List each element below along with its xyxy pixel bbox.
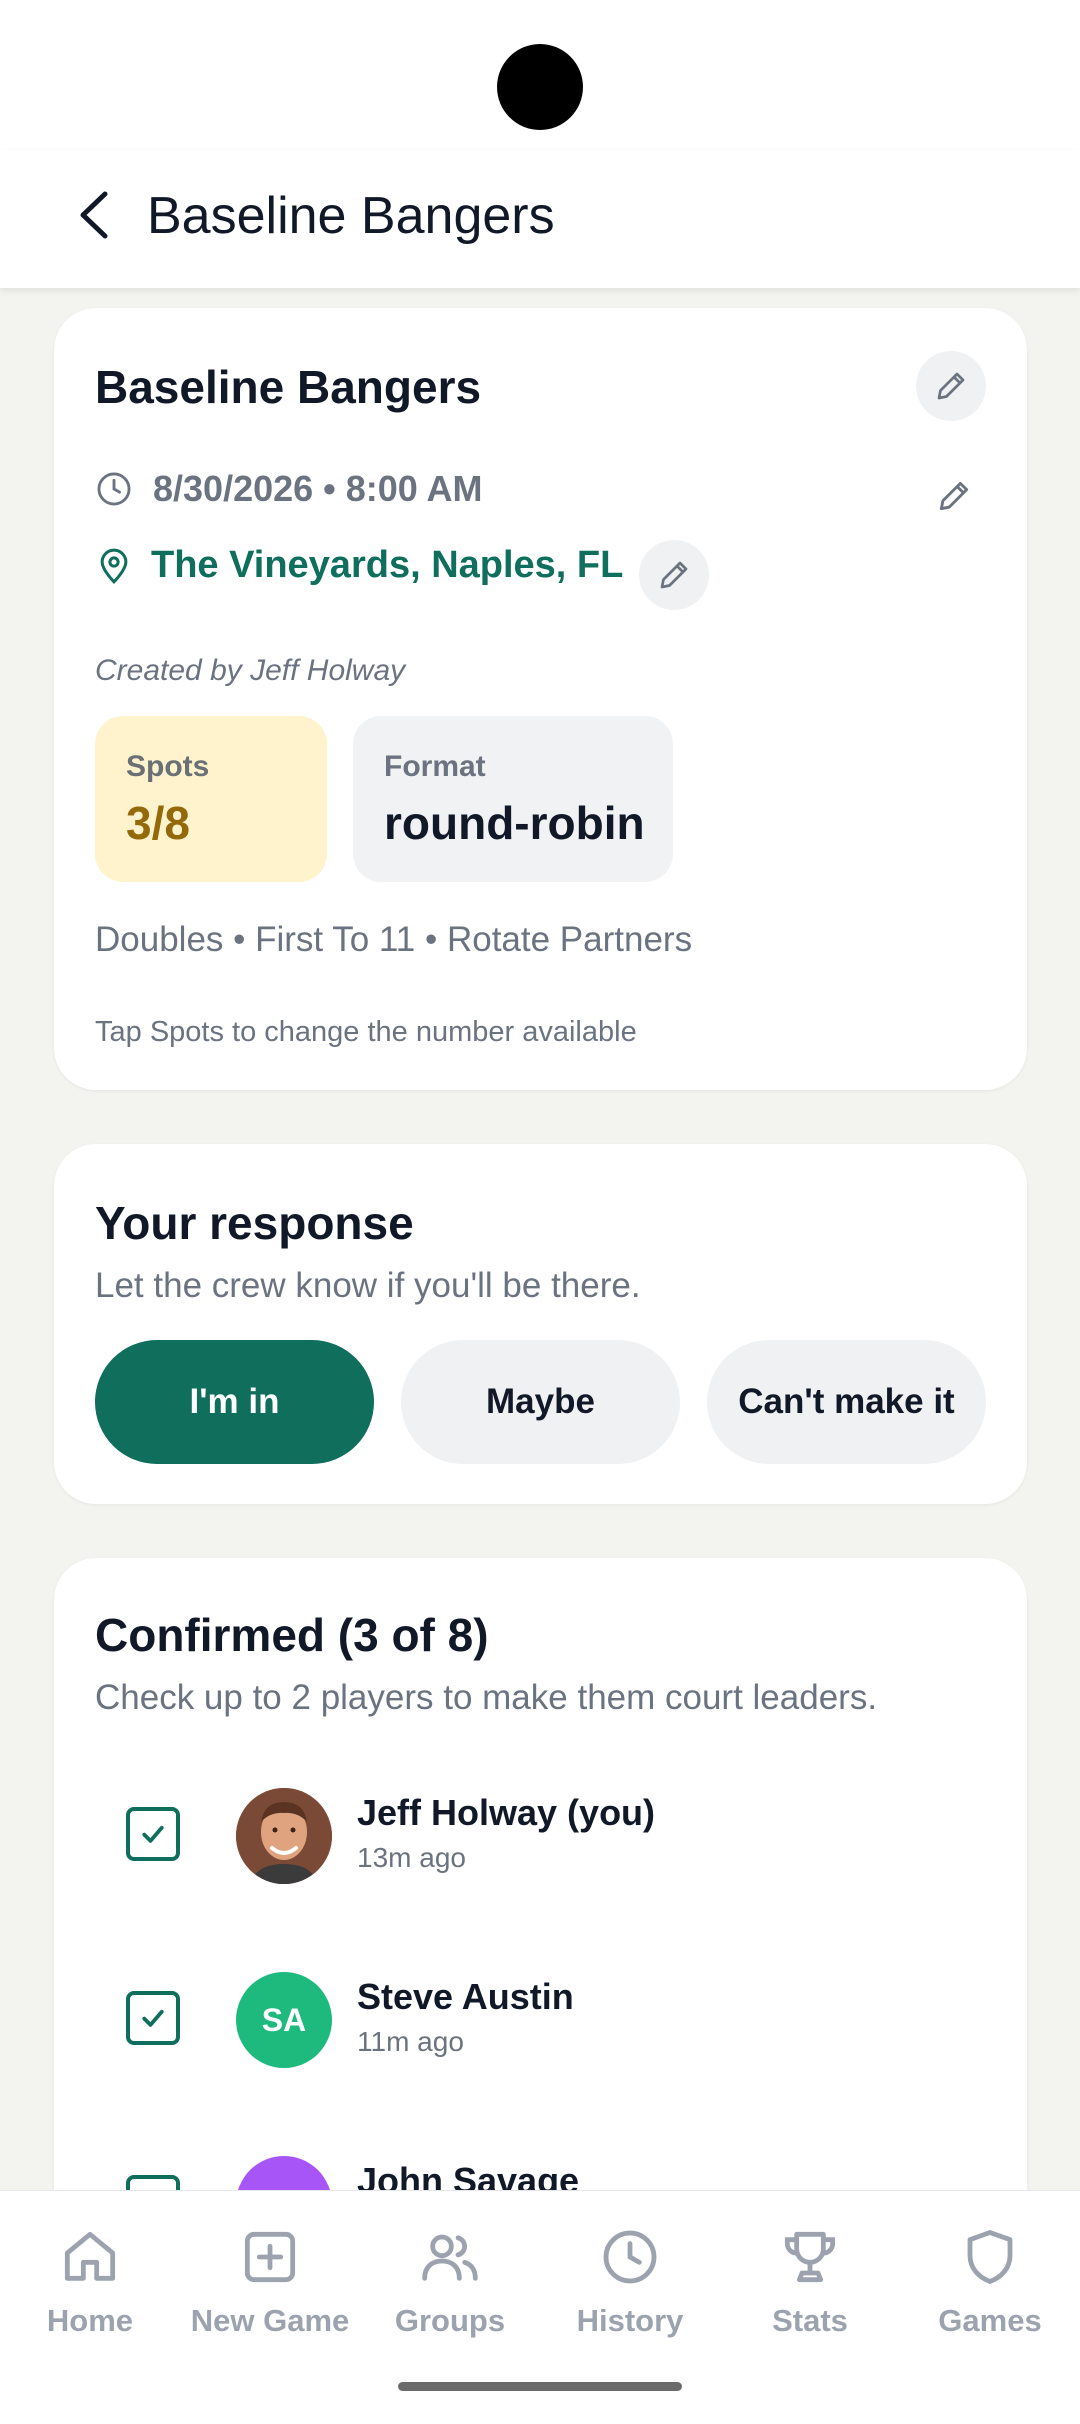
location-row[interactable]: The Vineyards, Naples, FL (95, 544, 623, 587)
confirmed-title: Confirmed (3 of 8) (95, 1609, 489, 1661)
edit-location-button[interactable] (639, 540, 709, 610)
player-time: 13m ago (357, 1842, 466, 1873)
spots-value: 3/8 (126, 797, 190, 849)
user-photo-icon (236, 1788, 332, 1884)
status-bar (0, 0, 1080, 150)
player-name: Jeff Holway (you) (357, 1792, 656, 1833)
check-icon (142, 1825, 164, 1843)
nav-home-label: Home (46, 2303, 134, 2338)
court-leader-checkbox[interactable] (126, 1807, 180, 1861)
camera-cutout (497, 44, 583, 130)
spots-label: Spots (126, 750, 210, 783)
nav-groups-label: Groups (394, 2303, 506, 2338)
player-row: JS John Savage (54, 2148, 1027, 2190)
nav-groups[interactable]: Groups (360, 2225, 540, 2355)
spots-hint: Tap Spots to change the number available (95, 1016, 637, 1048)
nav-new-game[interactable]: New Game (180, 2225, 360, 2355)
nav-new-game-label: New Game (190, 2303, 350, 2338)
clock-icon (603, 2230, 657, 2284)
response-subtitle: Let the crew know if you'll be there. (95, 1266, 641, 1305)
nav-history-label: History (576, 2303, 684, 2338)
content-scroll[interactable]: Baseline Bangers 8/30/2026 • 8:00 AM The (0, 288, 1080, 2190)
game-title: Baseline Bangers (95, 361, 482, 413)
datetime-row: 8/30/2026 • 8:00 AM (95, 468, 482, 510)
court-leader-checkbox[interactable] (126, 2175, 180, 2190)
format-tile: Format round-robin (353, 716, 673, 882)
trophy-icon (784, 2231, 836, 2283)
nav-stats-label: Stats (772, 2303, 848, 2338)
game-details-card: Baseline Bangers 8/30/2026 • 8:00 AM The (54, 308, 1027, 1090)
nav-games-label: Games (938, 2303, 1042, 2338)
maybe-button[interactable]: Maybe (401, 1340, 680, 1464)
nav-history[interactable]: History (540, 2225, 720, 2355)
avatar: SA (236, 1972, 332, 2068)
nav-games[interactable]: Games (900, 2225, 1080, 2355)
back-arrow-icon (80, 191, 108, 239)
player-name: Steve Austin (357, 1976, 574, 2017)
confirmed-subtitle: Check up to 2 players to make them court… (95, 1678, 878, 1717)
created-by: Created by Jeff Holway (95, 654, 406, 687)
format-label: Format (384, 750, 486, 783)
nav-stats[interactable]: Stats (720, 2225, 900, 2355)
clock-icon (97, 472, 131, 506)
map-pin-icon (100, 548, 128, 584)
player-name: John Savage (357, 2160, 580, 2190)
nav-home[interactable]: Home (0, 2225, 180, 2355)
court-leader-checkbox[interactable] (126, 1991, 180, 2045)
shield-icon (967, 2230, 1013, 2284)
avatar (236, 1788, 332, 1884)
home-icon (64, 2231, 116, 2281)
check-icon (142, 2009, 164, 2027)
confirmed-card: Confirmed (3 of 8) Check up to 2 players… (54, 1558, 1027, 2190)
back-button[interactable] (60, 180, 130, 250)
game-datetime: 8/30/2026 • 8:00 AM (153, 468, 483, 509)
edit-title-button[interactable] (916, 351, 986, 421)
app-bar: Baseline Bangers (0, 150, 1080, 288)
edit-datetime-button[interactable] (924, 466, 984, 526)
users-icon (422, 2234, 478, 2281)
player-time: 11m ago (357, 2026, 464, 2057)
page-title: Baseline Bangers (147, 187, 555, 245)
game-rules: Doubles • First To 11 • Rotate Partners (95, 920, 693, 959)
home-indicator[interactable] (398, 2382, 682, 2391)
plus-square-icon (244, 2231, 296, 2283)
cant-make-it-button[interactable]: Can't make it (707, 1340, 986, 1464)
format-value: round-robin (384, 797, 645, 849)
pencil-icon (937, 372, 965, 400)
game-location[interactable]: The Vineyards, Naples, FL (151, 544, 623, 587)
response-title: Your response (95, 1197, 414, 1249)
im-in-button[interactable]: I'm in (95, 1340, 374, 1464)
player-row: SA Steve Austin 11m ago (54, 1964, 1027, 2074)
response-card: Your response Let the crew know if you'l… (54, 1144, 1027, 1504)
pencil-icon (660, 561, 688, 589)
spots-tile[interactable]: Spots 3/8 (95, 716, 327, 882)
pencil-icon (939, 481, 969, 511)
player-row: Jeff Holway (you) 13m ago (54, 1780, 1027, 1890)
avatar: JS (236, 2156, 332, 2190)
